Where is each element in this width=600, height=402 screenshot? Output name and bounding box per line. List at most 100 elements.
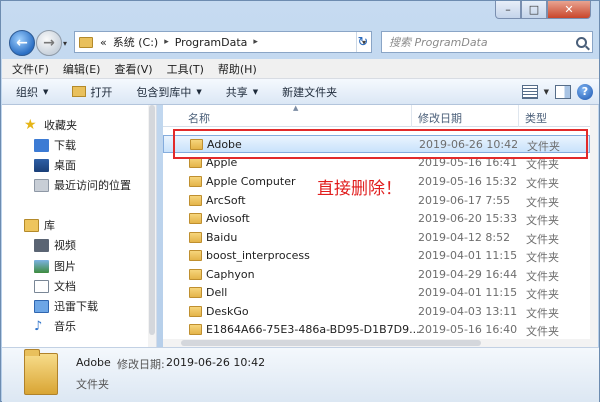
file-row[interactable]: boost_interprocess 2019-04-01 11:15 文件夹 <box>163 247 590 265</box>
view-options-icon[interactable] <box>521 84 538 99</box>
column-header-name[interactable]: 名称 <box>188 110 210 126</box>
address-bar[interactable]: « 系统 (C:) ▸ ProgramData ▸ ▾ <box>74 31 372 53</box>
file-date: 2019-04-01 11:15 <box>418 286 518 299</box>
maximize-button[interactable]: □ <box>521 1 547 19</box>
thunder-download-icon <box>34 299 49 313</box>
file-row[interactable]: Baidu 2019-04-12 8:52 文件夹 <box>163 229 590 247</box>
details-type: 文件夹 <box>76 378 109 391</box>
explorer-window: – □ ✕ ← → ▾ « 系统 (C:) ▸ ProgramData ▸ ▾ … <box>0 0 600 402</box>
file-row[interactable]: E1864A66-75E3-486a-BD95-D1B7D9... 2019-0… <box>163 321 590 339</box>
back-button[interactable]: ← <box>9 30 35 56</box>
file-date: 2019-04-03 13:11 <box>418 305 518 318</box>
library-icon <box>24 218 39 232</box>
folder-icon <box>189 306 202 317</box>
column-header-row: ▲ 名称 修改日期 类型 <box>163 104 590 127</box>
file-row[interactable]: DeskGo 2019-04-03 13:11 文件夹 <box>163 303 590 321</box>
nav-downloads[interactable]: 下载 <box>34 137 76 153</box>
horizontal-scrollbar-thumb[interactable] <box>181 340 481 346</box>
file-date: 2019-05-16 15:32 <box>418 175 518 188</box>
new-folder-label: 新建文件夹 <box>282 85 338 99</box>
search-input[interactable]: 搜索 ProgramData <box>381 31 593 53</box>
menu-file[interactable]: 文件(F) <box>6 61 57 77</box>
menu-help[interactable]: 帮助(H) <box>212 61 265 77</box>
file-name: Apple Computer <box>206 175 296 188</box>
nav-label: 音乐 <box>54 320 76 333</box>
chevron-down-icon[interactable]: ▼ <box>544 88 549 96</box>
nav-libraries[interactable]: 库 <box>24 217 55 233</box>
breadcrumb-separator-icon[interactable]: ▸ <box>161 37 172 47</box>
file-date: 2019-04-12 8:52 <box>418 231 511 244</box>
nav-desktop[interactable]: 桌面 <box>34 157 76 173</box>
nav-label: 收藏夹 <box>44 119 77 132</box>
file-date: 2019-06-17 7:55 <box>418 194 511 207</box>
column-header-date[interactable]: 修改日期 <box>418 110 462 126</box>
sort-ascending-icon: ▲ <box>293 104 299 112</box>
recent-pages-dropdown[interactable]: ▾ <box>63 39 67 48</box>
nav-thunder-downloads[interactable]: 迅雷下载 <box>34 298 98 314</box>
open-button[interactable]: 打开 <box>58 84 122 100</box>
preview-pane-icon[interactable] <box>555 84 571 99</box>
folder-icon <box>189 176 202 187</box>
refresh-icon[interactable]: ↻ <box>353 32 373 52</box>
file-date: 2019-05-16 16:40 <box>418 323 518 336</box>
window-controls: – □ ✕ <box>495 1 591 19</box>
breadcrumb-overflow[interactable]: « <box>97 36 110 49</box>
file-list-vertical-scrollbar[interactable] <box>590 105 598 347</box>
file-type: 文件夹 <box>526 177 559 190</box>
breadcrumb-separator-icon[interactable]: ▸ <box>250 37 261 47</box>
minimize-button[interactable]: – <box>495 1 521 19</box>
breadcrumb-drive[interactable]: 系统 (C:) <box>110 34 161 50</box>
file-type: 文件夹 <box>526 325 559 338</box>
nav-label: 迅雷下载 <box>54 300 98 313</box>
file-list-horizontal-scrollbar[interactable] <box>163 339 590 347</box>
file-date: 2019-04-29 16:44 <box>418 268 518 281</box>
nav-scrollbar-thumb[interactable] <box>149 105 155 335</box>
file-type: 文件夹 <box>526 270 559 283</box>
include-library-button[interactable]: 包含到库中 ▼ <box>122 84 211 100</box>
breadcrumb-programdata[interactable]: ProgramData <box>172 36 251 49</box>
file-name: Dell <box>206 286 228 299</box>
file-type: 文件夹 <box>526 196 559 209</box>
organize-button[interactable]: 组织 ▼ <box>2 84 58 100</box>
file-date: 2019-06-20 15:33 <box>418 212 518 225</box>
column-divider[interactable] <box>518 105 519 127</box>
menu-bar: 文件(F) 编辑(E) 查看(V) 工具(T) 帮助(H) <box>2 59 599 79</box>
file-row[interactable]: Caphyon 2019-04-29 16:44 文件夹 <box>163 266 590 284</box>
column-divider[interactable] <box>411 105 412 127</box>
nav-favorites[interactable]: ★ 收藏夹 <box>24 117 77 133</box>
column-header-type[interactable]: 类型 <box>525 110 547 126</box>
details-date-label: 修改日期: <box>117 358 165 371</box>
search-icon[interactable] <box>576 36 587 48</box>
new-folder-button[interactable]: 新建文件夹 <box>268 84 347 100</box>
nav-music[interactable]: ♪ 音乐 <box>34 318 76 334</box>
nav-label: 图片 <box>54 260 76 273</box>
include-library-label: 包含到库中 <box>136 85 192 99</box>
chevron-down-icon: ▼ <box>252 87 259 96</box>
nav-videos[interactable]: 视频 <box>34 237 76 253</box>
recent-places-icon <box>34 178 49 192</box>
menu-edit[interactable]: 编辑(E) <box>57 61 109 77</box>
open-folder-icon <box>72 86 87 97</box>
folder-icon <box>189 269 202 280</box>
chevron-down-icon: ▼ <box>43 87 49 96</box>
command-bar: 组织 ▼ 打开 包含到库中 ▼ 共享 ▼ 新建文件夹 ▼ ? <box>2 79 599 105</box>
close-button[interactable]: ✕ <box>547 1 591 19</box>
share-button[interactable]: 共享 ▼ <box>212 84 268 100</box>
file-row[interactable]: Aviosoft 2019-06-20 15:33 文件夹 <box>163 210 590 228</box>
nav-scrollbar[interactable] <box>148 105 156 347</box>
forward-button[interactable]: → <box>36 30 62 56</box>
star-icon: ★ <box>24 117 37 133</box>
menu-view[interactable]: 查看(V) <box>108 61 160 77</box>
file-date: 2019-04-01 11:15 <box>418 249 518 262</box>
file-row[interactable]: Dell 2019-04-01 11:15 文件夹 <box>163 284 590 302</box>
nav-recent-places[interactable]: 最近访问的位置 <box>34 177 131 193</box>
menu-tools[interactable]: 工具(T) <box>161 61 212 77</box>
music-note-icon: ♪ <box>34 318 43 334</box>
open-label: 打开 <box>90 85 113 99</box>
file-name: boost_interprocess <box>206 249 310 262</box>
nav-documents[interactable]: 文档 <box>34 278 76 294</box>
file-type: 文件夹 <box>526 214 559 227</box>
nav-pictures[interactable]: 图片 <box>34 258 76 274</box>
help-icon[interactable]: ? <box>577 83 593 100</box>
locked-folder-icon <box>189 250 202 261</box>
